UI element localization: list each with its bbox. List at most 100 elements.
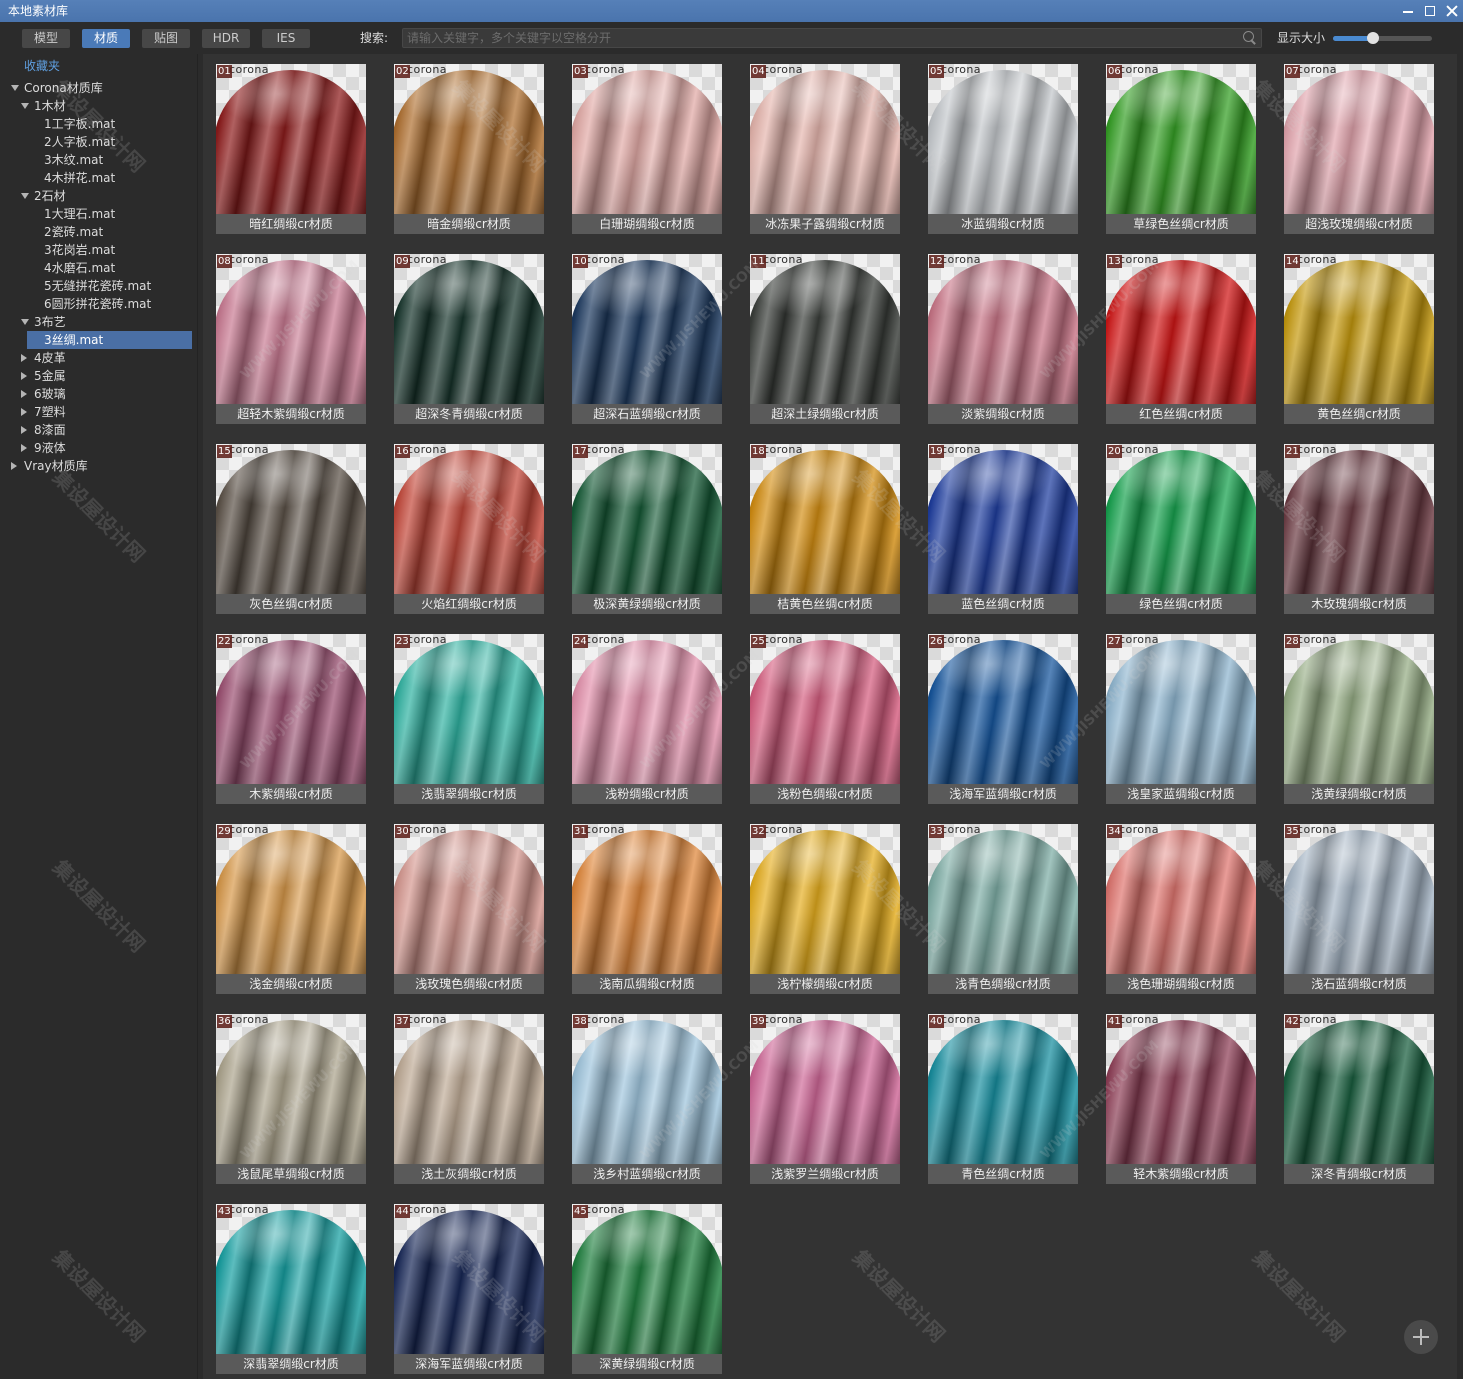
tree-file-item[interactable]: 3木纹.mat bbox=[0, 151, 197, 169]
tab-model[interactable]: 模型 bbox=[22, 29, 70, 48]
material-card[interactable]: corona 45 深黄绿绸缎cr材质 bbox=[572, 1204, 722, 1374]
tree-folder-item[interactable]: 6玻璃 bbox=[0, 385, 197, 403]
material-card[interactable]: corona 11 超深土绿绸缎cr材质 bbox=[750, 254, 900, 424]
material-thumbnail[interactable]: corona 10 bbox=[572, 254, 722, 404]
material-card[interactable]: corona 25 浅粉色绸缎cr材质 bbox=[750, 634, 900, 804]
caret-down-icon[interactable] bbox=[21, 319, 29, 325]
tree-file-item[interactable]: 6圆形拼花瓷砖.mat bbox=[0, 295, 197, 313]
tree-folder-item[interactable]: Vray材质库 bbox=[0, 457, 197, 475]
display-size-slider[interactable] bbox=[1333, 32, 1432, 44]
material-card[interactable]: corona 07 超浅玫瑰绸缎cr材质 bbox=[1284, 64, 1434, 234]
material-card[interactable]: corona 37 浅土灰绸缎cr材质 bbox=[394, 1014, 544, 1184]
material-thumbnail[interactable]: corona 15 bbox=[216, 444, 366, 594]
tree-file-item[interactable]: 1工字板.mat bbox=[0, 115, 197, 133]
tab-hdr[interactable]: HDR bbox=[202, 29, 250, 48]
material-card[interactable]: corona 43 深翡翠绸缎cr材质 bbox=[216, 1204, 366, 1374]
material-thumbnail[interactable]: corona 13 bbox=[1106, 254, 1256, 404]
material-card[interactable]: corona 31 浅南瓜绸缎cr材质 bbox=[572, 824, 722, 994]
caret-down-icon[interactable] bbox=[21, 193, 29, 199]
material-thumbnail[interactable]: corona 11 bbox=[750, 254, 900, 404]
search-icon[interactable] bbox=[1243, 31, 1257, 45]
material-thumbnail[interactable]: corona 05 bbox=[928, 64, 1078, 214]
material-card[interactable]: corona 13 红色丝绸cr材质 bbox=[1106, 254, 1256, 424]
material-card[interactable]: corona 05 冰蓝绸缎cr材质 bbox=[928, 64, 1078, 234]
caret-right-icon[interactable] bbox=[11, 462, 17, 470]
material-thumbnail[interactable]: corona 14 bbox=[1284, 254, 1434, 404]
material-card[interactable]: corona 28 浅黄绿绸缎cr材质 bbox=[1284, 634, 1434, 804]
material-card[interactable]: corona 15 灰色丝绸cr材质 bbox=[216, 444, 366, 614]
material-thumbnail[interactable]: corona 37 bbox=[394, 1014, 544, 1164]
material-card[interactable]: corona 27 浅皇家蓝绸缎cr材质 bbox=[1106, 634, 1256, 804]
favorites-link[interactable]: 收藏夹 bbox=[24, 57, 60, 75]
material-thumbnail[interactable]: corona 08 bbox=[216, 254, 366, 404]
material-thumbnail[interactable]: corona 03 bbox=[572, 64, 722, 214]
material-card[interactable]: corona 12 淡紫绸缎cr材质 bbox=[928, 254, 1078, 424]
material-card[interactable]: corona 40 青色丝绸cr材质 bbox=[928, 1014, 1078, 1184]
material-thumbnail[interactable]: corona 20 bbox=[1106, 444, 1256, 594]
tree-file-item[interactable]: 2瓷砖.mat bbox=[0, 223, 197, 241]
caret-down-icon[interactable] bbox=[21, 103, 29, 109]
material-card[interactable]: corona 32 浅柠檬绸缎cr材质 bbox=[750, 824, 900, 994]
material-card[interactable]: corona 20 绿色丝绸cr材质 bbox=[1106, 444, 1256, 614]
caret-right-icon[interactable] bbox=[21, 354, 27, 362]
title-bar[interactable]: 本地素材库 bbox=[0, 0, 1463, 22]
tree-file-item[interactable]: 3花岗岩.mat bbox=[0, 241, 197, 259]
caret-right-icon[interactable] bbox=[21, 390, 27, 398]
material-thumbnail[interactable]: corona 42 bbox=[1284, 1014, 1434, 1164]
tree-folder-item[interactable]: 5金属 bbox=[0, 367, 197, 385]
material-card[interactable]: corona 10 超深石蓝绸缎cr材质 bbox=[572, 254, 722, 424]
material-card[interactable]: corona 29 浅金绸缎cr材质 bbox=[216, 824, 366, 994]
material-thumbnail[interactable]: corona 30 bbox=[394, 824, 544, 974]
material-card[interactable]: corona 24 浅粉绸缎cr材质 bbox=[572, 634, 722, 804]
caret-down-icon[interactable] bbox=[11, 85, 19, 91]
material-card[interactable]: corona 14 黄色丝绸cr材质 bbox=[1284, 254, 1434, 424]
material-thumbnail[interactable]: corona 19 bbox=[928, 444, 1078, 594]
material-thumbnail[interactable]: corona 04 bbox=[750, 64, 900, 214]
tab-material[interactable]: 材质 bbox=[82, 29, 130, 48]
tree-folder-item[interactable]: 8漆面 bbox=[0, 421, 197, 439]
material-card[interactable]: corona 41 轻木紫绸缎cr材质 bbox=[1106, 1014, 1256, 1184]
material-card[interactable]: corona 33 浅青色绸缎cr材质 bbox=[928, 824, 1078, 994]
material-card[interactable]: corona 36 浅鼠尾草绸缎cr材质 bbox=[216, 1014, 366, 1184]
material-thumbnail[interactable]: corona 24 bbox=[572, 634, 722, 784]
material-thumbnail[interactable]: corona 35 bbox=[1284, 824, 1434, 974]
material-thumbnail[interactable]: corona 27 bbox=[1106, 634, 1256, 784]
material-thumbnail[interactable]: corona 16 bbox=[394, 444, 544, 594]
material-thumbnail[interactable]: corona 23 bbox=[394, 634, 544, 784]
material-thumbnail[interactable]: corona 07 bbox=[1284, 64, 1434, 214]
tree-folder-item[interactable]: 3布艺 bbox=[0, 313, 197, 331]
tree-folder-item[interactable]: 7塑料 bbox=[0, 403, 197, 421]
material-card[interactable]: corona 38 浅乡村蓝绸缎cr材质 bbox=[572, 1014, 722, 1184]
material-thumbnail[interactable]: corona 18 bbox=[750, 444, 900, 594]
material-card[interactable]: corona 19 蓝色丝绸cr材质 bbox=[928, 444, 1078, 614]
tree-file-item[interactable]: 3丝绸.mat bbox=[0, 331, 197, 349]
caret-right-icon[interactable] bbox=[21, 444, 27, 452]
material-thumbnail[interactable]: corona 39 bbox=[750, 1014, 900, 1164]
material-thumbnail[interactable]: corona 06 bbox=[1106, 64, 1256, 214]
material-thumbnail[interactable]: corona 17 bbox=[572, 444, 722, 594]
caret-right-icon[interactable] bbox=[21, 408, 27, 416]
tree-file-item[interactable]: 5无缝拼花瓷砖.mat bbox=[0, 277, 197, 295]
material-thumbnail[interactable]: corona 32 bbox=[750, 824, 900, 974]
material-card[interactable]: corona 08 超轻木紫绸缎cr材质 bbox=[216, 254, 366, 424]
material-card[interactable]: corona 09 超深冬青绸缎cr材质 bbox=[394, 254, 544, 424]
tree-folder-item[interactable]: 2石材 bbox=[0, 187, 197, 205]
tree-folder-item[interactable]: 1木材 bbox=[0, 97, 197, 115]
tree-file-item[interactable]: 4水磨石.mat bbox=[0, 259, 197, 277]
material-card[interactable]: corona 02 暗金绸缎cr材质 bbox=[394, 64, 544, 234]
material-card[interactable]: corona 06 草绿色丝绸cr材质 bbox=[1106, 64, 1256, 234]
material-thumbnail[interactable]: corona 31 bbox=[572, 824, 722, 974]
add-button[interactable] bbox=[1404, 1320, 1438, 1354]
material-card[interactable]: corona 21 木玫瑰绸缎cr材质 bbox=[1284, 444, 1434, 614]
material-thumbnail[interactable]: corona 43 bbox=[216, 1204, 366, 1354]
material-thumbnail[interactable]: corona 44 bbox=[394, 1204, 544, 1354]
material-card[interactable]: corona 03 白珊瑚绸缎cr材质 bbox=[572, 64, 722, 234]
material-card[interactable]: corona 18 桔黄色丝绸cr材质 bbox=[750, 444, 900, 614]
material-thumbnail[interactable]: corona 33 bbox=[928, 824, 1078, 974]
caret-right-icon[interactable] bbox=[21, 372, 27, 380]
material-thumbnail[interactable]: corona 25 bbox=[750, 634, 900, 784]
material-thumbnail[interactable]: corona 41 bbox=[1106, 1014, 1256, 1164]
caret-right-icon[interactable] bbox=[21, 426, 27, 434]
material-thumbnail[interactable]: corona 28 bbox=[1284, 634, 1434, 784]
tree-file-item[interactable]: 1大理石.mat bbox=[0, 205, 197, 223]
